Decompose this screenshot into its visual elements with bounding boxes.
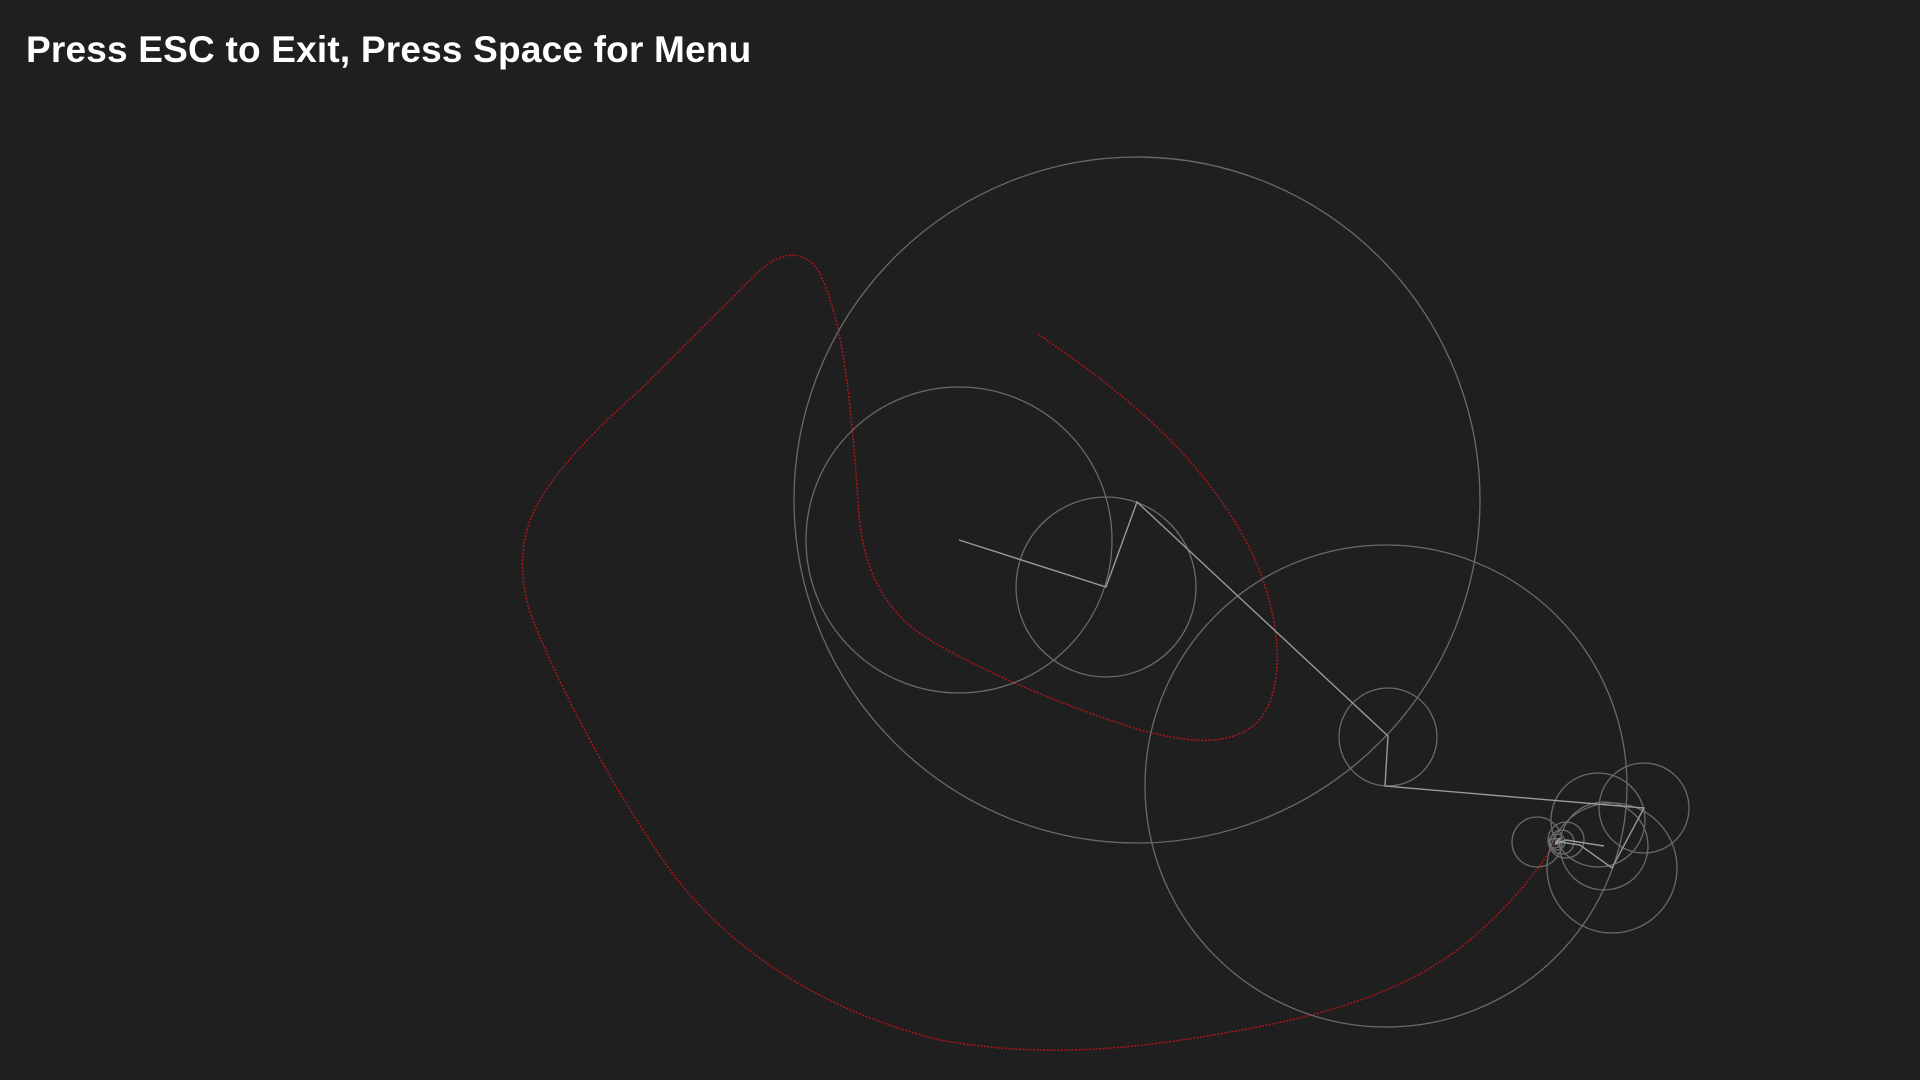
traced-path [521,254,1556,1051]
hud-instructions: Press ESC to Exit, Press Space for Menu [26,29,752,70]
epicycle-circle-10 [1511,816,1563,868]
epicycle-arms [958,500,1646,870]
fourier-epicycle-canvas[interactable]: Press ESC to Exit, Press Space for Menu [0,0,1920,1080]
epicycle-drawing [521,156,1690,1051]
epicycle-circle-7 [1550,772,1646,868]
epicycle-circle-1 [793,156,1481,844]
